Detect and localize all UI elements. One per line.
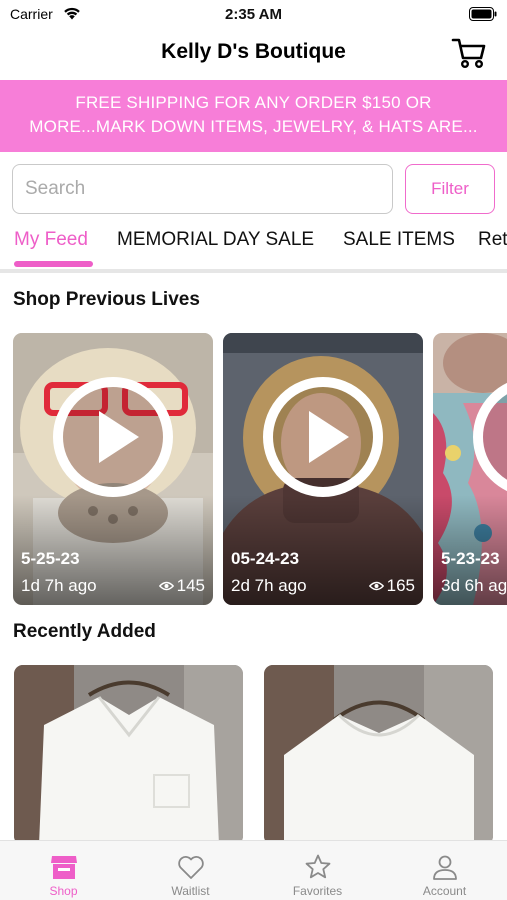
store-icon: [50, 856, 77, 879]
nav-favorites-label: Favorites: [292, 884, 343, 898]
tab-sale-items[interactable]: SALE ITEMS: [343, 229, 455, 251]
nav-shop[interactable]: Shop: [0, 841, 127, 900]
cart-icon[interactable]: [451, 36, 487, 70]
eye-icon: [368, 581, 384, 591]
person-icon: [432, 855, 457, 880]
nav-waitlist-label: Waitlist: [171, 884, 210, 898]
nav-waitlist[interactable]: Waitlist: [127, 841, 254, 900]
product-image: [14, 665, 243, 845]
tab-memorial-day-sale[interactable]: MEMORIAL DAY SALE: [117, 229, 314, 251]
filter-button[interactable]: Filter: [405, 164, 495, 214]
battery-icon: [469, 7, 497, 21]
nav-favorites[interactable]: Favorites: [254, 841, 381, 900]
section-title-recently-added: Recently Added: [13, 621, 156, 642]
app-header: Kelly D's Boutique: [0, 28, 507, 78]
live-time-ago: 2d 7h ago: [231, 576, 307, 595]
promo-banner-line2: MORE...MARK DOWN ITEMS, JEWELRY, & HATS …: [29, 117, 478, 136]
live-time-ago: 3d 6h ago: [441, 576, 507, 595]
promo-banner-line1: FREE SHIPPING FOR ANY ORDER $150 OR: [75, 93, 432, 112]
tab-divider: [0, 269, 507, 273]
search-input[interactable]: [12, 164, 393, 214]
nav-account-label: Account: [422, 884, 467, 898]
live-views: 165: [368, 576, 415, 596]
live-date: 5-25-23: [21, 549, 80, 568]
tab-my-feed[interactable]: My Feed: [14, 229, 88, 251]
status-bar: Carrier 2:35 AM: [0, 0, 507, 28]
heart-icon: [177, 856, 204, 879]
clock: 2:35 AM: [225, 6, 282, 23]
live-views: 145: [158, 576, 205, 596]
tab-ret[interactable]: Ret: [478, 229, 507, 251]
live-card[interactable]: 5-25-23 1d 7h ago 145: [13, 333, 213, 605]
eye-icon: [158, 581, 174, 591]
bottom-tab-bar: Shop Waitlist Favorites Account: [0, 840, 507, 900]
product-card[interactable]: [264, 665, 493, 845]
live-date: 05-24-23: [231, 549, 300, 568]
play-icon[interactable]: [471, 375, 507, 499]
nav-shop-label: Shop: [49, 884, 78, 898]
live-view-count: 145: [176, 576, 205, 595]
live-card[interactable]: 5-23-23 3d 6h ago: [433, 333, 507, 605]
product-card[interactable]: [14, 665, 243, 845]
live-view-count: 165: [386, 576, 415, 595]
play-icon[interactable]: [51, 375, 175, 499]
section-title-previous-lives: Shop Previous Lives: [13, 289, 200, 310]
live-time-ago: 1d 7h ago: [21, 576, 97, 595]
play-icon[interactable]: [261, 375, 385, 499]
tab-active-indicator: [14, 261, 93, 267]
star-icon: [305, 854, 330, 879]
product-image: [264, 665, 493, 845]
live-date: 5-23-23: [441, 549, 500, 568]
nav-account[interactable]: Account: [381, 841, 507, 900]
live-card[interactable]: 05-24-23 2d 7h ago 165: [223, 333, 423, 605]
promo-banner[interactable]: FREE SHIPPING FOR ANY ORDER $150 OR MORE…: [0, 80, 507, 152]
app-title: Kelly D's Boutique: [161, 40, 346, 63]
